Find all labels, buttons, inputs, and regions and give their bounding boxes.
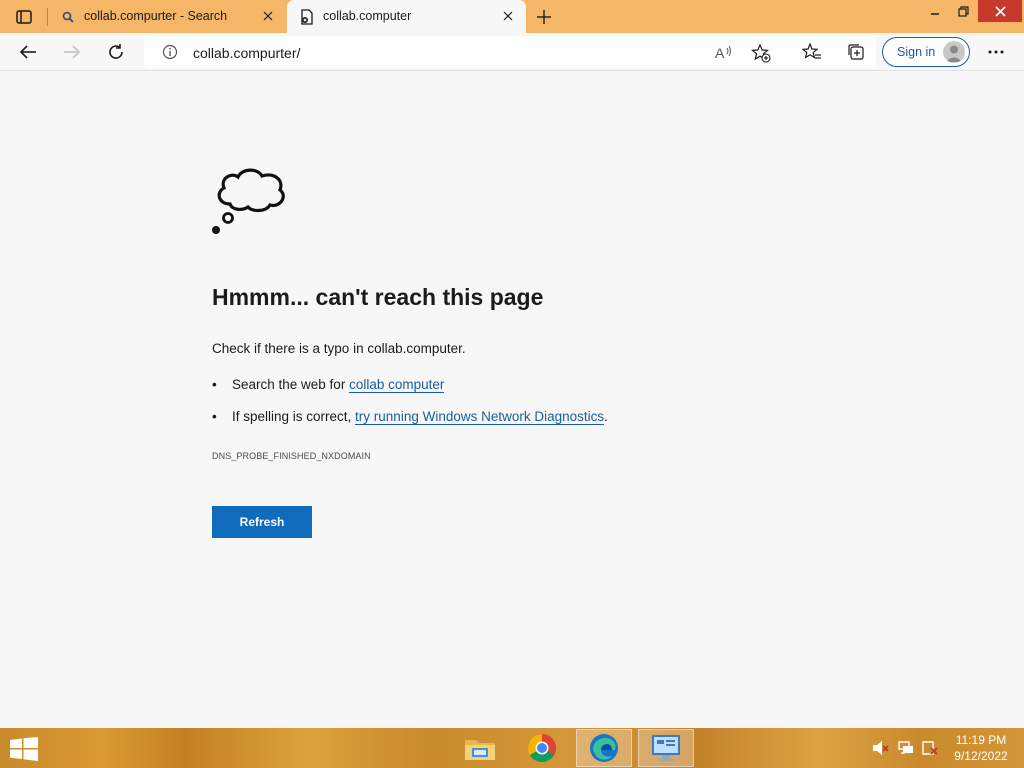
close-window-button[interactable]: [978, 0, 1022, 22]
collections-button[interactable]: [842, 38, 870, 66]
address-url[interactable]: collab.compurter/: [193, 45, 300, 61]
suggestion-prefix: Search the web for: [232, 377, 350, 392]
tab-title: collab.computer: [323, 9, 412, 23]
restore-icon: [957, 5, 969, 17]
reload-icon: [109, 44, 123, 59]
suggestion-text: Search the web for collab computer: [232, 377, 445, 393]
control-panel-icon: [652, 735, 680, 761]
read-aloud-icon[interactable]: A: [714, 42, 736, 64]
collections-icon: [848, 44, 864, 60]
tab-search[interactable]: collab.compurter - Search: [48, 0, 286, 33]
new-tab-button[interactable]: [533, 6, 555, 28]
suggestion-suffix: .: [604, 409, 608, 424]
edge-icon: [590, 734, 618, 762]
clock-time: 11:19 PM: [955, 733, 1007, 747]
tab-actions-icon: [16, 10, 32, 24]
volume-muted-icon[interactable]: [872, 740, 890, 756]
minimize-button[interactable]: [922, 0, 948, 22]
file-explorer-button[interactable]: [452, 729, 508, 767]
forward-arrow-icon: [64, 45, 81, 59]
tab-collab-computer[interactable]: collab.computer: [287, 0, 526, 33]
reload-button[interactable]: [102, 38, 130, 66]
close-tab-icon[interactable]: [500, 8, 516, 24]
page-error-icon: [299, 9, 315, 25]
back-arrow-icon: [19, 45, 36, 59]
tab-title: collab.compurter - Search: [84, 9, 228, 23]
error-title: Hmmm... can't reach this page: [212, 284, 544, 310]
favorites-button[interactable]: [798, 38, 826, 66]
thought-cloud-icon: [212, 168, 285, 234]
back-button[interactable]: [14, 38, 42, 66]
bullet-dot: •: [212, 409, 217, 424]
restore-button[interactable]: [950, 0, 976, 22]
system-clock[interactable]: 11:19 PM 9/12/2022: [948, 732, 1014, 764]
settings-more-button[interactable]: [983, 38, 1009, 66]
svg-text:A: A: [715, 45, 725, 61]
network-icon[interactable]: [897, 740, 915, 756]
close-tab-icon[interactable]: [260, 8, 276, 24]
refresh-button[interactable]: Refresh: [212, 506, 312, 538]
address-bar[interactable]: collab.compurter/ A: [144, 36, 876, 68]
bullet-dot: •: [212, 377, 217, 392]
search-icon: [60, 9, 76, 25]
browser-toolbar: collab.compurter/ A Sign in: [0, 33, 1024, 71]
error-code: DNS_PROBE_FINISHED_NXDOMAIN: [212, 451, 371, 461]
avatar-icon: [943, 41, 965, 63]
title-bar: collab.compurter - Search collab.compute…: [0, 0, 1024, 33]
chrome-icon: [528, 734, 556, 762]
action-center-icon[interactable]: [921, 740, 939, 756]
suggestion-text: If spelling is correct, try running Wind…: [232, 409, 608, 425]
info-icon[interactable]: [162, 44, 178, 60]
control-panel-button[interactable]: [638, 729, 694, 767]
error-page: Hmmm... can't reach this page Check if t…: [0, 72, 1024, 728]
add-favorite-icon[interactable]: [750, 42, 772, 64]
forward-button[interactable]: [58, 38, 86, 66]
search-web-link[interactable]: collab computer: [349, 377, 445, 393]
tab-actions-button[interactable]: [10, 6, 38, 28]
clock-date: 9/12/2022: [954, 749, 1008, 763]
suggestion-prefix: If spelling is correct,: [232, 409, 356, 424]
close-icon: [994, 5, 1006, 17]
sign-in-button[interactable]: Sign in: [882, 37, 970, 67]
network-diagnostics-link[interactable]: try running Windows Network Diagnostics: [355, 409, 605, 425]
edge-button[interactable]: [576, 729, 632, 767]
taskbar: 11:19 PM 9/12/2022: [0, 728, 1024, 768]
sign-in-label: Sign in: [897, 45, 936, 59]
file-explorer-icon: [465, 740, 495, 760]
error-check-text: Check if there is a typo in collab.compu…: [212, 341, 466, 356]
more-dots-icon: [988, 50, 1004, 54]
favorites-icon: [802, 43, 821, 59]
chrome-button[interactable]: [514, 729, 570, 767]
plus-icon: [537, 10, 551, 24]
minimize-icon: [931, 13, 939, 15]
windows-start-icon[interactable]: [10, 737, 38, 761]
